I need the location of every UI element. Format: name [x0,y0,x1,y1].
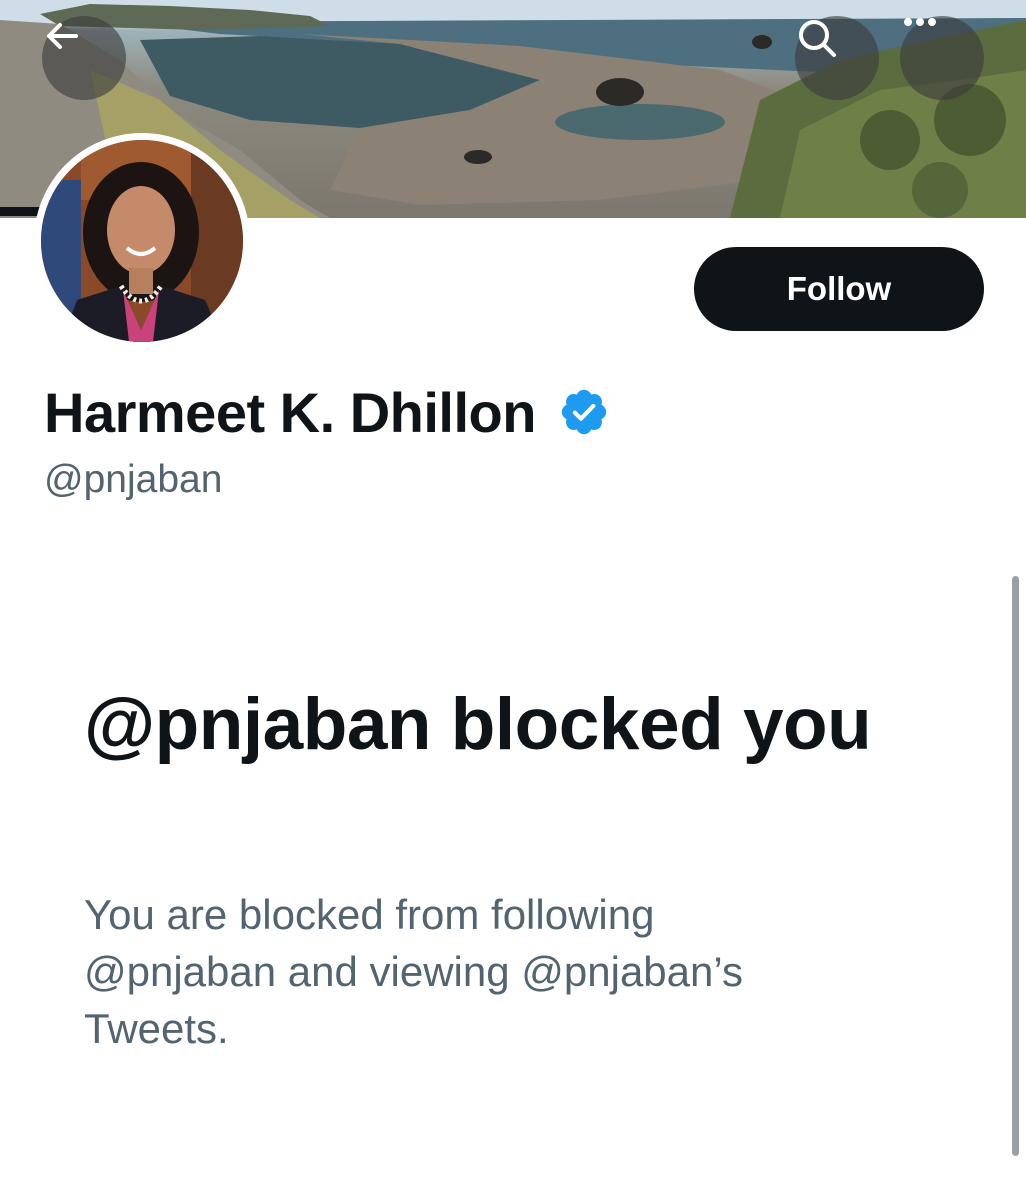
profile-handle: @pnjaban [44,458,223,501]
back-button[interactable] [42,16,126,100]
banner-edge-shadow [0,207,40,216]
more-options-button[interactable] [900,16,984,100]
verified-badge-icon[interactable] [558,386,610,438]
profile-name-row: Harmeet K. Dhillon [44,378,610,446]
search-icon [799,20,836,57]
scrollbar[interactable] [1012,576,1019,1156]
avatar[interactable] [34,133,250,349]
follow-button[interactable]: Follow [694,247,984,331]
blocked-title: @pnjaban blocked you [84,684,872,765]
blocked-description: You are blocked from following @pnjaban … [84,891,743,1052]
more-dots-icon [904,18,936,26]
arrow-left-icon [47,23,78,49]
search-button[interactable] [795,16,879,100]
avatar-photo [41,140,243,342]
display-name: Harmeet K. Dhillon [44,380,536,444]
